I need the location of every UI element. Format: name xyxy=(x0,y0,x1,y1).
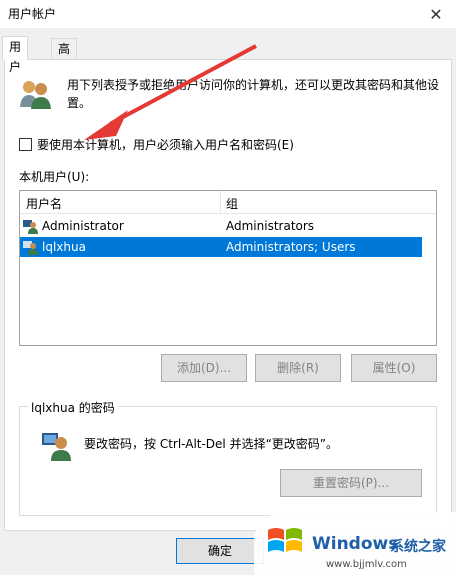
properties-button[interactable]: 属性(O) xyxy=(351,354,437,382)
users-icon xyxy=(20,81,51,109)
add-button[interactable]: 添加(D)... xyxy=(161,354,247,382)
user-password-icon xyxy=(42,433,71,461)
column-header-group[interactable]: 组 xyxy=(226,195,238,212)
password-groupbox: lqlxhua 的密码 要改密码，按 Ctrl-Alt-Del 并选择“更改密码… xyxy=(19,399,437,516)
table-row[interactable]: Administrator Administrators xyxy=(20,216,422,236)
row-username: Administrator xyxy=(42,219,124,233)
intro-text: 用下列表授予或拒绝用户访问你的计算机，还可以更改其密码和其他设置。 xyxy=(67,78,440,110)
ok-button[interactable]: 确定 xyxy=(176,538,264,564)
tab-users[interactable]: 用户 xyxy=(2,36,29,74)
watermark-url: www.bjjmlv.com xyxy=(326,559,407,570)
user-accounts-window: 用户帐户 ✕ 用户 高级 用下列表授予或拒绝用户访问你的计算机，还可以更改其密码… xyxy=(0,0,456,575)
title-bar: 用户帐户 ✕ xyxy=(0,0,456,28)
close-icon: ✕ xyxy=(429,4,443,24)
user-account-icon xyxy=(23,241,38,255)
windows-logo-icon xyxy=(268,528,302,552)
password-group-title: lqlxhua 的密码 xyxy=(28,399,118,416)
require-login-checkbox[interactable] xyxy=(19,138,32,151)
password-instructions: 要改密码，按 Ctrl-Alt-Del 并选择“更改密码”。 xyxy=(84,437,339,451)
row-group: Administrators; Users xyxy=(226,240,356,254)
users-tab-panel: 用下列表授予或拒绝用户访问你的计算机，还可以更改其密码和其他设置。 要使用本计算… xyxy=(4,59,452,531)
row-group: Administrators xyxy=(226,219,315,233)
watermark: Windows 系统之家 www.bjjmlv.com xyxy=(254,512,456,575)
user-listview[interactable]: 用户名 组 Administrator Administrators lqlxh… xyxy=(19,190,437,346)
reset-password-button[interactable]: 重置密码(P)... xyxy=(280,469,422,497)
column-divider[interactable] xyxy=(220,191,221,213)
window-title: 用户帐户 xyxy=(8,7,57,21)
watermark-brand-cn: 系统之家 xyxy=(390,539,446,555)
table-row-selected[interactable]: lqlxhua Administrators; Users xyxy=(20,237,422,257)
listview-header: 用户名 组 xyxy=(20,191,436,214)
user-account-icon xyxy=(23,220,38,234)
require-login-row[interactable]: 要使用本计算机，用户必须输入用户名和密码(E) xyxy=(19,136,294,153)
row-username: lqlxhua xyxy=(42,240,86,254)
user-list-label: 本机用户(U): xyxy=(19,170,90,184)
remove-button[interactable]: 删除(R) xyxy=(255,354,341,382)
watermark-brand: Windows xyxy=(312,534,399,554)
column-header-username[interactable]: 用户名 xyxy=(26,195,62,212)
require-login-label: 要使用本计算机，用户必须输入用户名和密码(E) xyxy=(37,138,294,152)
close-button[interactable]: ✕ xyxy=(416,0,456,28)
tab-advanced[interactable]: 高级 xyxy=(51,38,78,76)
